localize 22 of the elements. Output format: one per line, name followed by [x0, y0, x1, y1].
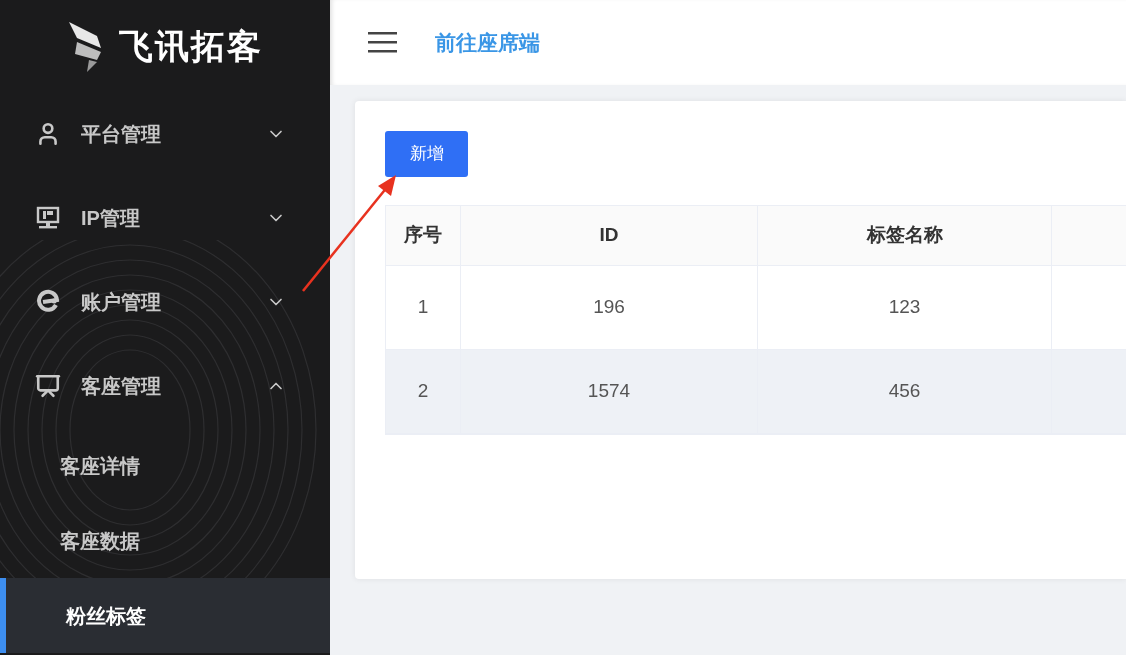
- submenu-item[interactable]: 粉丝标签: [0, 578, 330, 653]
- menu-item[interactable]: 平台管理: [0, 92, 330, 176]
- menu-item[interactable]: 账户管理: [0, 260, 330, 344]
- menu-item[interactable]: IP管理: [0, 176, 330, 260]
- submenu-item[interactable]: 客座数据: [0, 503, 330, 578]
- menu-icon[interactable]: [368, 32, 397, 53]
- table-cell: 1574: [461, 350, 758, 433]
- column-header: 序号: [386, 206, 461, 265]
- add-button[interactable]: 新增: [385, 131, 468, 177]
- table-cell: 123: [758, 266, 1052, 349]
- table-cell: 2: [386, 350, 461, 433]
- menu-item[interactable]: 客座管理: [0, 344, 330, 428]
- table-cell: 196: [461, 266, 758, 349]
- monitor-icon: [35, 205, 61, 231]
- submenu-item[interactable]: 客座详情: [0, 428, 330, 503]
- account-icon: [35, 289, 61, 315]
- column-header: ID: [461, 206, 758, 265]
- table-cell: 1: [386, 266, 461, 349]
- presentation-icon: [35, 373, 61, 399]
- table-cell: 456: [758, 350, 1052, 433]
- column-header: 标签名称: [758, 206, 1052, 265]
- logo-text: 飞讯拓客: [119, 25, 263, 67]
